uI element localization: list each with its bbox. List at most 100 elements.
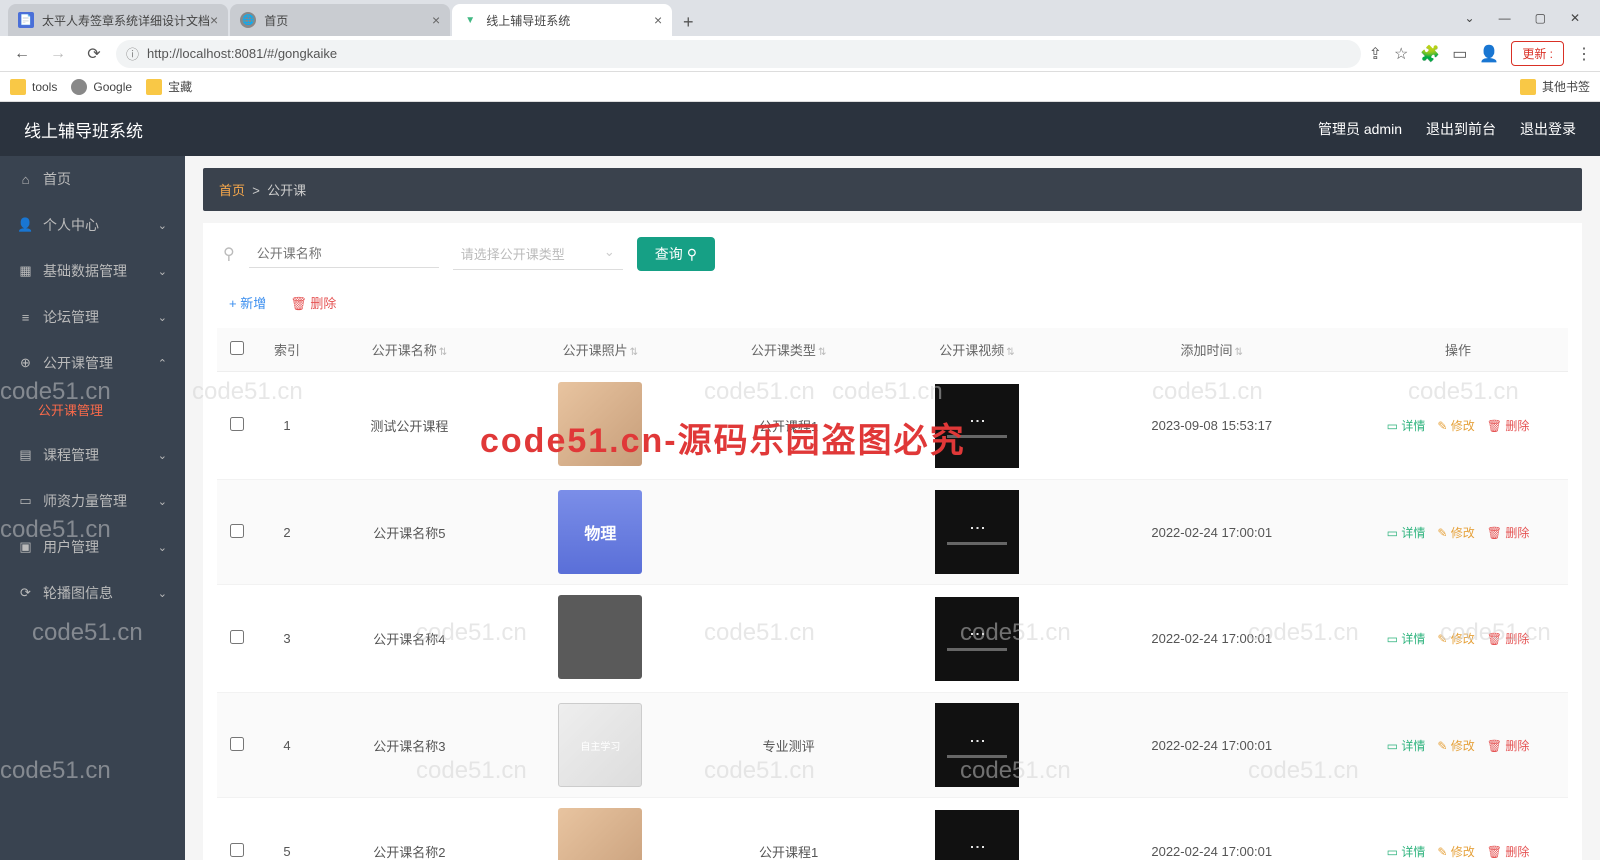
forward-button[interactable]: → <box>44 40 72 68</box>
close-icon[interactable]: × <box>654 12 662 28</box>
course-thumbnail[interactable]: 物理 <box>558 490 642 574</box>
sidebar-item[interactable]: ⟳轮播图信息⌄ <box>0 570 185 616</box>
update-button[interactable]: 更新 : <box>1511 41 1564 66</box>
menu-icon[interactable]: ⋮ <box>1576 44 1592 64</box>
course-type-select[interactable]: 请选择公开课类型 ⌄ <box>453 238 623 270</box>
bookmark-treasure[interactable]: 宝藏 <box>146 78 192 95</box>
row-checkbox[interactable] <box>230 843 244 857</box>
new-tab-button[interactable]: + <box>674 8 702 36</box>
col-photo[interactable]: 公开课照片⇅ <box>502 328 699 372</box>
select-all-checkbox[interactable] <box>230 341 244 355</box>
detail-button[interactable]: ▭ 详情 <box>1387 419 1426 433</box>
video-thumbnail[interactable]: ⋮ <box>935 810 1019 860</box>
search-button[interactable]: 查询⚲ <box>637 237 715 271</box>
breadcrumb-home[interactable]: 首页 <box>219 183 245 198</box>
col-name[interactable]: 公开课名称⇅ <box>317 328 502 372</box>
delete-row-button[interactable]: 🗑 删除 <box>1487 845 1530 859</box>
breadcrumb-current: 公开课 <box>267 183 306 198</box>
puzzle-icon[interactable]: 🧩 <box>1420 44 1440 64</box>
video-thumbnail[interactable]: ⋮ <box>935 384 1019 468</box>
detail-button[interactable]: ▭ 详情 <box>1387 739 1426 753</box>
row-checkbox[interactable] <box>230 630 244 644</box>
edit-button[interactable]: ✎ 修改 <box>1437 632 1474 646</box>
sidebar-item[interactable]: ⊕公开课管理⌃ <box>0 340 185 386</box>
col-video[interactable]: 公开课视频⇅ <box>878 328 1075 372</box>
row-checkbox[interactable] <box>230 524 244 538</box>
reading-list-icon[interactable]: ▭ <box>1452 44 1467 64</box>
chevron-down-icon: ⌄ <box>604 244 615 263</box>
delete-row-button[interactable]: 🗑 删除 <box>1487 419 1530 433</box>
cell-actions: ▭ 详情 ✎ 修改 🗑 删除 <box>1348 798 1568 860</box>
detail-button[interactable]: ▭ 详情 <box>1387 632 1426 646</box>
cell-name: 公开课名称5 <box>317 480 502 585</box>
cell-photo: 自主学习 <box>502 693 699 798</box>
close-icon[interactable]: × <box>210 12 218 28</box>
delete-row-button[interactable]: 🗑 删除 <box>1487 739 1530 753</box>
sidebar-item[interactable]: ▣用户管理⌄ <box>0 524 185 570</box>
video-thumbnail[interactable]: ⋮ <box>935 490 1019 574</box>
course-thumbnail[interactable]: 自主学习 <box>558 703 642 787</box>
table-row: 1测试公开课程公开课程1⋮2023-09-08 15:53:17▭ 详情✎ 修改… <box>217 372 1568 480</box>
cell-photo <box>502 372 699 480</box>
url-text: http://localhost:8081/#/gongkaike <box>147 46 337 61</box>
other-bookmarks[interactable]: 其他书签 <box>1520 78 1590 95</box>
row-checkbox[interactable] <box>230 417 244 431</box>
add-button[interactable]: + 新增 <box>229 293 266 312</box>
cell-name: 公开课名称4 <box>317 585 502 693</box>
app-title: 线上辅导班系统 <box>24 117 143 142</box>
delete-button[interactable]: 🗑 删除 <box>290 293 336 312</box>
cell-video: ⋮ <box>878 798 1075 860</box>
sidebar-item-label: 公开课管理 <box>38 400 103 419</box>
dropdown-icon[interactable]: ⌄ <box>1465 11 1475 25</box>
info-icon[interactable]: ⓘ <box>126 44 139 63</box>
delete-row-button[interactable]: 🗑 删除 <box>1487 632 1530 646</box>
sidebar-item[interactable]: ▤课程管理⌄ <box>0 432 185 478</box>
logout-button[interactable]: 退出登录 <box>1520 119 1576 139</box>
sidebar-item[interactable]: 👤个人中心⌄ <box>0 202 185 248</box>
browser-tab-2-active[interactable]: ▼ 线上辅导班系统 × <box>452 4 672 36</box>
course-thumbnail[interactable] <box>558 595 642 679</box>
col-index[interactable]: 索引 <box>257 328 317 372</box>
edit-button[interactable]: ✎ 修改 <box>1437 845 1474 859</box>
video-thumbnail[interactable]: ⋮ <box>935 597 1019 681</box>
row-checkbox[interactable] <box>230 737 244 751</box>
back-button[interactable]: ← <box>8 40 36 68</box>
cell-time: 2022-02-24 17:00:01 <box>1075 585 1348 693</box>
course-name-input[interactable] <box>249 240 439 268</box>
sidebar-item[interactable]: ▦基础数据管理⌄ <box>0 248 185 294</box>
course-thumbnail[interactable] <box>558 382 642 466</box>
star-icon[interactable]: ☆ <box>1394 44 1408 64</box>
col-time[interactable]: 添加时间⇅ <box>1075 328 1348 372</box>
sidebar-item[interactable]: ▭师资力量管理⌄ <box>0 478 185 524</box>
course-thumbnail[interactable] <box>558 808 642 860</box>
edit-button[interactable]: ✎ 修改 <box>1437 419 1474 433</box>
menu-icon: 👤 <box>18 217 33 233</box>
bookmark-tools[interactable]: tools <box>10 79 57 95</box>
share-icon[interactable]: ⇪ <box>1369 44 1382 64</box>
col-type[interactable]: 公开课类型⇅ <box>699 328 878 372</box>
edit-button[interactable]: ✎ 修改 <box>1437 526 1474 540</box>
detail-button[interactable]: ▭ 详情 <box>1387 526 1426 540</box>
browser-tab-0[interactable]: 📄 太平人寿签章系统详细设计文档 × <box>8 4 228 36</box>
bookmark-google[interactable]: Google <box>71 79 132 95</box>
current-user[interactable]: 管理员 admin <box>1318 119 1402 139</box>
detail-button[interactable]: ▭ 详情 <box>1387 845 1426 859</box>
cell-actions: ▭ 详情 ✎ 修改 🗑 删除 <box>1348 585 1568 693</box>
sidebar-item[interactable]: ⌂首页 <box>0 156 185 202</box>
profile-icon[interactable]: 👤 <box>1479 44 1499 64</box>
url-field[interactable]: ⓘ http://localhost:8081/#/gongkaike <box>116 40 1361 68</box>
chevron-icon: ⌄ <box>158 449 167 462</box>
close-icon[interactable]: × <box>432 12 440 28</box>
reload-button[interactable]: ⟳ <box>80 40 108 68</box>
close-window-icon[interactable]: ✕ <box>1570 11 1580 25</box>
maximize-icon[interactable]: ▢ <box>1535 11 1546 25</box>
browser-tab-1[interactable]: 🌐 首页 × <box>230 4 450 36</box>
edit-button[interactable]: ✎ 修改 <box>1437 739 1474 753</box>
sidebar-item[interactable]: 公开课管理 <box>0 386 185 432</box>
minimize-icon[interactable]: — <box>1499 11 1511 25</box>
video-thumbnail[interactable]: ⋮ <box>935 703 1019 787</box>
sidebar-item[interactable]: ≡论坛管理⌄ <box>0 294 185 340</box>
globe-icon <box>71 79 87 95</box>
exit-to-front-button[interactable]: 退出到前台 <box>1426 119 1496 139</box>
delete-row-button[interactable]: 🗑 删除 <box>1487 526 1530 540</box>
